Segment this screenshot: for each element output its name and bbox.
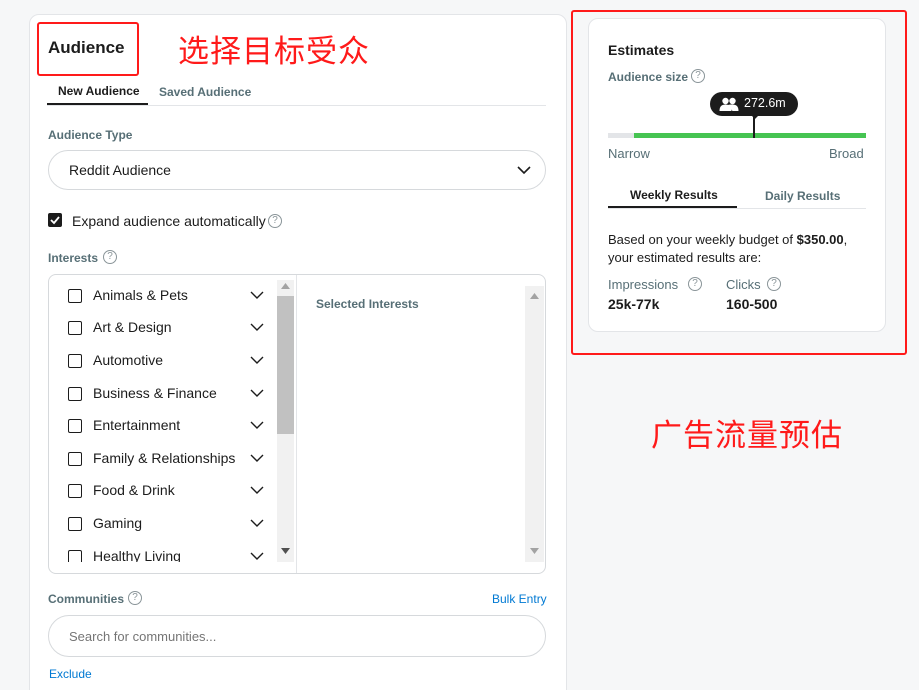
interest-checkbox[interactable] — [68, 452, 82, 466]
badge-pointer — [750, 114, 760, 119]
tab-new-audience[interactable]: New Audience — [58, 84, 140, 98]
interest-item[interactable]: Gaming — [68, 515, 268, 535]
impressions-value: 25k-77k — [608, 296, 660, 312]
selected-interests-scrollbar[interactable] — [525, 286, 544, 562]
budget-description: Based on your weekly budget of $350.00, … — [608, 231, 870, 267]
interest-label: Family & Relationships — [93, 450, 236, 466]
audience-size-marker — [753, 116, 755, 138]
help-icon[interactable]: ? — [128, 591, 142, 605]
interest-label: Healthy Living — [93, 548, 181, 562]
interest-item[interactable]: Art & Design — [68, 319, 268, 339]
interests-scrollbar-thumb[interactable] — [277, 296, 294, 434]
annotation-text-estimates: 广告流量预估 — [651, 418, 843, 454]
interest-item[interactable]: Healthy Living — [68, 548, 268, 562]
tab-daily-results[interactable]: Daily Results — [765, 189, 840, 203]
chevron-down-icon[interactable] — [250, 551, 264, 561]
audience-type-value: Reddit Audience — [69, 162, 171, 178]
tabs-divider — [47, 105, 546, 106]
interest-item[interactable]: Automotive — [68, 352, 268, 372]
scroll-up-arrow-icon[interactable] — [530, 293, 539, 299]
interest-label: Gaming — [93, 515, 143, 531]
chevron-down-icon[interactable] — [250, 290, 264, 300]
tab-saved-audience[interactable]: Saved Audience — [159, 85, 251, 99]
tab-active-indicator — [608, 206, 737, 208]
interest-label: Entertainment — [93, 417, 181, 433]
scroll-up-arrow-icon[interactable] — [281, 283, 290, 289]
interest-label: Animals & Pets — [93, 287, 188, 303]
help-icon[interactable]: ? — [268, 214, 282, 228]
chevron-down-icon[interactable] — [250, 485, 264, 495]
impressions-label: Impressions — [608, 277, 679, 292]
interest-checkbox[interactable] — [68, 550, 82, 562]
help-icon[interactable]: ? — [767, 277, 781, 291]
communities-label: Communities — [48, 592, 125, 606]
selected-interests-header: Selected Interests — [316, 297, 419, 311]
check-icon — [50, 216, 60, 225]
interest-item[interactable]: Food & Drink — [68, 482, 268, 502]
interest-item[interactable]: Entertainment — [68, 417, 268, 437]
bulk-entry-link[interactable]: Bulk Entry — [492, 592, 547, 606]
interest-label: Automotive — [93, 352, 164, 368]
chevron-down-icon — [517, 166, 531, 175]
clicks-label: Clicks — [726, 277, 761, 292]
expand-audience-label: Expand audience automatically — [72, 213, 266, 229]
budget-prefix: Based on your weekly budget of — [608, 232, 797, 247]
interest-label: Art & Design — [93, 319, 172, 335]
chevron-down-icon[interactable] — [250, 518, 264, 528]
interest-checkbox[interactable] — [68, 517, 82, 531]
audience-size-value: 272.6m — [744, 96, 786, 110]
help-icon[interactable]: ? — [688, 277, 702, 291]
interest-checkbox[interactable] — [68, 321, 82, 335]
chevron-down-icon[interactable] — [250, 355, 264, 365]
range-broad-label: Broad — [829, 146, 864, 161]
interest-checkbox[interactable] — [68, 484, 82, 498]
clicks-value: 160-500 — [726, 296, 778, 312]
interest-checkbox[interactable] — [68, 419, 82, 433]
chevron-down-icon[interactable] — [250, 322, 264, 332]
exclude-link[interactable]: Exclude — [49, 667, 92, 681]
interest-item[interactable]: Animals & Pets — [68, 287, 268, 307]
users-icon — [719, 97, 739, 111]
scroll-down-arrow-icon[interactable] — [530, 548, 539, 554]
communities-search-input[interactable] — [48, 615, 546, 657]
budget-amount: $350.00 — [796, 232, 844, 247]
annotation-box-audience — [37, 22, 139, 76]
estimates-tabs-divider — [608, 208, 866, 209]
interest-item[interactable]: Business & Finance — [68, 385, 268, 405]
tab-active-indicator — [47, 103, 148, 105]
help-icon[interactable]: ? — [691, 69, 705, 83]
audience-range-track — [608, 133, 634, 138]
range-narrow-label: Narrow — [608, 146, 650, 161]
interest-label: Business & Finance — [93, 385, 217, 401]
interests-divider — [296, 275, 297, 573]
help-icon[interactable]: ? — [103, 250, 117, 264]
tab-weekly-results[interactable]: Weekly Results — [630, 188, 718, 202]
audience-size-label: Audience size — [608, 70, 689, 84]
chevron-down-icon[interactable] — [250, 453, 264, 463]
interest-checkbox[interactable] — [68, 354, 82, 368]
interest-label: Food & Drink — [93, 482, 175, 498]
chevron-down-icon[interactable] — [250, 420, 264, 430]
chevron-down-icon[interactable] — [250, 388, 264, 398]
interest-checkbox[interactable] — [68, 387, 82, 401]
interest-checkbox[interactable] — [68, 289, 82, 303]
estimates-title: Estimates — [608, 42, 675, 58]
audience-type-label: Audience Type — [48, 128, 133, 142]
interest-item[interactable]: Family & Relationships — [68, 450, 268, 470]
expand-audience-checkbox[interactable] — [48, 213, 62, 227]
interests-label: Interests — [48, 251, 99, 265]
audience-range-fill — [634, 133, 866, 138]
scroll-down-arrow-icon[interactable] — [281, 548, 290, 554]
annotation-text-audience: 选择目标受众 — [178, 34, 370, 70]
audience-size-badge: 272.6m — [710, 92, 798, 116]
